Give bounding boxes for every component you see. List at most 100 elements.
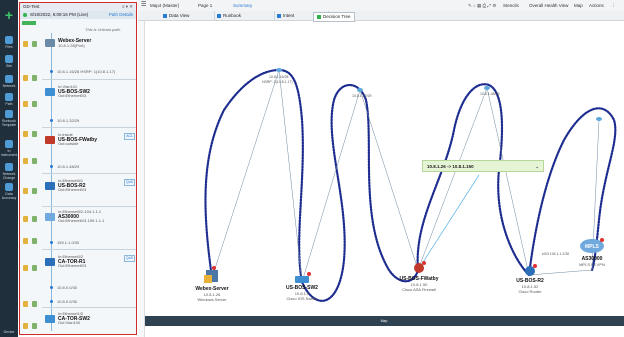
path-trace <box>300 83 420 302</box>
subnet-marker <box>484 86 490 90</box>
divider <box>42 307 136 308</box>
hop-check-icon[interactable] <box>32 238 37 244</box>
nav-path[interactable]: Path <box>0 93 18 106</box>
hop-flag-icon[interactable] <box>23 265 28 271</box>
network-icon <box>5 75 13 83</box>
path-panel: GD-Test ≡ ▾ ✕ 8/19/2022, 6:09:16 PM (Liv… <box>19 2 137 335</box>
unicast-note: This is Unicast path. <box>85 27 122 32</box>
column-b <box>32 33 40 333</box>
path-link[interactable]: 10.8.1.48/29 <box>50 164 79 169</box>
actions-menu[interactable]: Actions <box>589 0 604 11</box>
divider <box>42 79 136 80</box>
nav-runbook-template[interactable]: Runbook Template <box>0 110 18 127</box>
tab-runbook[interactable]: Runbook <box>214 11 275 20</box>
summary-link[interactable]: Summary <box>233 0 252 11</box>
hop-flag-icon[interactable] <box>23 158 28 164</box>
path-link[interactable]: 10.8.1.16/28 HSRP: 1(10.8.1.17) <box>50 69 115 74</box>
hop-out: Out:Ethernet0/3-159.1.1.1 <box>58 218 105 223</box>
hop-flag-icon[interactable] <box>23 216 28 222</box>
device-label[interactable]: US-BOS-R2 10.8.1.52 Cisco Router <box>500 278 560 294</box>
toolbar-icons[interactable]: ✎ ⌂ ▦ ⎙ ⤢ ⚙ <box>468 0 496 11</box>
hop-check-icon[interactable] <box>32 265 37 271</box>
hop-flag-icon[interactable] <box>23 301 28 307</box>
nav-instrument[interactable]: In Instrument <box>0 140 18 157</box>
panel-timebar: 8/19/2022, 6:09:16 PM (Live) Path Detail… <box>20 11 136 19</box>
stencils-button[interactable]: Stencils <box>503 0 519 11</box>
qos-tag[interactable]: QoS <box>123 255 135 262</box>
alert-badge-icon <box>533 264 537 268</box>
path-callout[interactable]: 10.8.1.26 -> 10.8.1.150 ⌄ <box>422 160 544 172</box>
path-link[interactable]: 10.8.0.0/30 <box>50 299 77 304</box>
nav-data-accuracy[interactable]: Data Accuracy <box>0 183 18 200</box>
runbook-icon <box>5 110 13 118</box>
alert-badge-icon <box>212 266 216 270</box>
hop-check-icon[interactable] <box>32 323 37 329</box>
link-label: 10.8.1.32/29 <box>352 94 372 98</box>
path-status-bar <box>22 21 36 25</box>
accuracy-icon <box>5 183 13 191</box>
column-a <box>23 33 31 333</box>
panel-header: GD-Test ≡ ▾ ✕ <box>20 3 136 11</box>
hop-check-icon[interactable] <box>32 131 37 137</box>
device-label[interactable]: US-BOS-SW2 10.8.1.3 Cisco IOS Switch <box>272 285 332 301</box>
panel-controls[interactable]: ≡ ▾ ✕ <box>122 3 133 11</box>
hop-flag-icon[interactable] <box>23 75 28 81</box>
path-details-link[interactable]: Path Details <box>109 11 133 19</box>
add-icon[interactable]: + <box>2 8 16 22</box>
hop-out: Out:Ethernet0/3 <box>58 187 87 192</box>
link-label: 10.8.1.16/28 <box>269 75 289 79</box>
link-dot-icon <box>50 241 53 245</box>
divider <box>42 173 136 174</box>
nav-network[interactable]: Network <box>0 75 18 88</box>
hop-check-icon[interactable] <box>32 188 37 194</box>
map-name[interactable]: Map4 (Master) <box>150 0 179 11</box>
hop-check-icon[interactable] <box>32 41 37 47</box>
webex-server-icon-front <box>204 275 212 283</box>
alert-badge-icon <box>600 238 604 242</box>
qos-tag[interactable]: QoS <box>123 179 135 186</box>
hop-check-icon[interactable] <box>32 75 37 81</box>
device-label[interactable]: Webex-Server 10.8.1.26 Windows Server <box>182 286 242 302</box>
link-dot-icon <box>50 119 53 123</box>
path-trace <box>204 68 304 284</box>
hop-out: Out:Ethernet0/3 <box>58 93 87 98</box>
us-bos-fw-icon <box>414 263 424 273</box>
path-link[interactable]: 159.1.1.0/30 <box>50 240 79 245</box>
hop-flag-icon[interactable] <box>23 188 28 194</box>
chevron-down-icon[interactable]: ⌄ <box>535 161 539 173</box>
hop-flag-icon[interactable] <box>23 41 28 47</box>
hop-check-icon[interactable] <box>32 101 37 107</box>
panel-title: GD-Test <box>23 4 40 9</box>
alert-badge-icon <box>307 272 311 276</box>
page-selector[interactable]: Page 1 <box>198 0 212 11</box>
path-link[interactable]: 10.8.1.32/29 <box>50 118 79 123</box>
hop-check-icon[interactable] <box>32 158 37 164</box>
map-menu[interactable]: Map <box>574 0 583 11</box>
divider <box>42 249 136 250</box>
hop-check-icon[interactable] <box>32 301 37 307</box>
menu-icon[interactable]: ☰ <box>141 0 146 11</box>
hop-flag-icon[interactable] <box>23 131 28 137</box>
map-canvas[interactable]: MPLS 10.8.1.16/28 HSRP: 1(10.8.1.17) 10.… <box>144 20 624 337</box>
hop-flag-icon[interactable] <box>23 238 28 244</box>
nav-device[interactable]: Device <box>0 330 18 334</box>
hop-flag-icon[interactable] <box>23 323 28 329</box>
nav-site[interactable]: Site <box>0 55 18 68</box>
nav-network-change[interactable]: Network Change <box>0 163 18 180</box>
acl-tag[interactable]: ACL <box>124 133 135 140</box>
link-line <box>486 87 530 276</box>
path-link[interactable]: 10.8.0.0/30 <box>50 285 77 290</box>
intent-icon <box>277 13 281 18</box>
nav-files[interactable]: Files <box>0 36 18 49</box>
panel-time[interactable]: 8/19/2022, 6:09:16 PM (Live) <box>30 12 88 17</box>
more-icon[interactable]: ⋮ <box>611 0 616 11</box>
device-label[interactable]: US-BOS-FWatby 10.8.1.50 Cisco ASA Firewa… <box>389 276 449 292</box>
link-label: 10.8.1.48/29 <box>480 92 500 96</box>
link-dot-icon <box>50 286 53 290</box>
device-label[interactable]: AS30000 MPLS L3 VPN <box>562 256 622 267</box>
hop-check-icon[interactable] <box>32 216 37 222</box>
tab-data-view[interactable]: Data View <box>160 11 215 20</box>
hop-flag-icon[interactable] <box>23 101 28 107</box>
link-label: HSRP: 1(10.8.1.17) <box>262 80 293 84</box>
overall-health-button[interactable]: Overall Health View <box>529 0 568 11</box>
